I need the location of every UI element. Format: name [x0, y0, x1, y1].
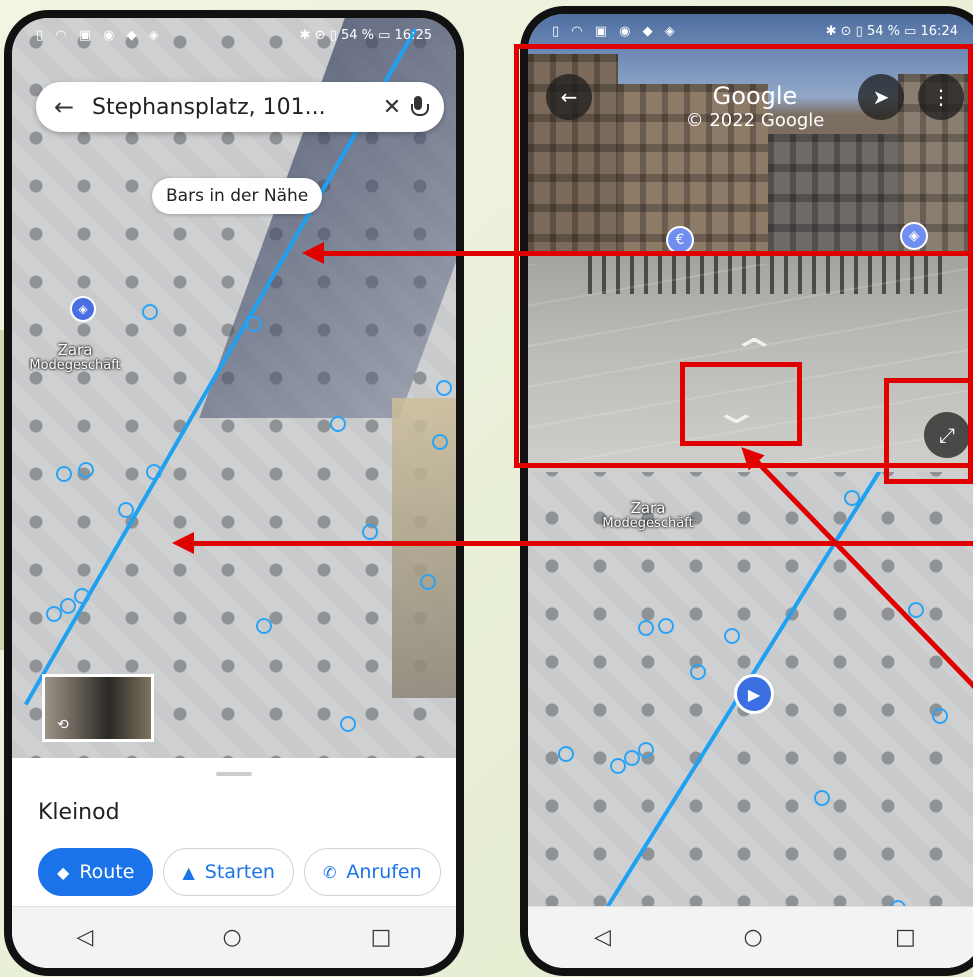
- map-poi[interactable]: [638, 620, 654, 636]
- nav-recents-icon[interactable]: □: [895, 925, 916, 950]
- bars-nearby-chip[interactable]: Bars in der Nähe: [152, 178, 323, 214]
- nav-back-icon[interactable]: ◁: [77, 925, 94, 950]
- place-title: Kleinod: [38, 800, 120, 825]
- search-bar[interactable]: ← Stephansplatz, 101... ✕: [36, 82, 444, 132]
- action-buttons: ◆ Route ▲ Starten ✆ Anrufen: [38, 848, 441, 896]
- map-poi[interactable]: [690, 664, 706, 680]
- map-poi[interactable]: [330, 416, 346, 432]
- annotation-arrowhead: [172, 532, 194, 554]
- map-poi[interactable]: [146, 464, 162, 480]
- place-label[interactable]: Zara Modegeschäft: [20, 342, 130, 373]
- phone-left: ▯ ◠ ▣ ◉ ◆ ◈ ✱ ⊙ ▯ 54 % ▭ 16:25 ← Stephan…: [4, 10, 464, 976]
- nav-back-icon[interactable]: ◁: [594, 925, 611, 950]
- nav-home-icon[interactable]: ○: [222, 925, 241, 950]
- map-poi[interactable]: [844, 490, 860, 506]
- navigation-arrow-icon: ▲: [182, 862, 195, 882]
- map-poi[interactable]: [362, 524, 378, 540]
- search-query[interactable]: Stephansplatz, 101...: [84, 95, 374, 120]
- call-button[interactable]: ✆ Anrufen: [303, 848, 441, 896]
- shopping-pin-icon[interactable]: ◈: [70, 296, 96, 322]
- map-poi[interactable]: [932, 708, 948, 724]
- map-poi[interactable]: [246, 316, 262, 332]
- route-button[interactable]: ◆ Route: [38, 848, 154, 896]
- status-bar: ▯ ◠ ▣ ◉ ◆ ◈ ✱ ⊙ ▯ 54 % ▭ 16:24: [528, 14, 973, 48]
- map-poi[interactable]: [908, 602, 924, 618]
- status-icons: ▯ ◠ ▣ ◉ ◆ ◈: [552, 23, 679, 39]
- map-poi[interactable]: [420, 574, 436, 590]
- map-poi[interactable]: [638, 742, 654, 758]
- map-poi[interactable]: [432, 434, 448, 450]
- map-poi[interactable]: [436, 380, 452, 396]
- map-poi[interactable]: [78, 462, 94, 478]
- back-arrow-icon[interactable]: ←: [54, 93, 84, 121]
- annotation-arrow-top: [320, 251, 973, 256]
- 360-rotate-icon: ⟲: [57, 717, 69, 733]
- map-poi[interactable]: [658, 618, 674, 634]
- map-poi[interactable]: [724, 628, 740, 644]
- map-poi[interactable]: [814, 790, 830, 806]
- system-navbar: ◁ ○ □: [528, 906, 973, 968]
- microphone-icon[interactable]: [410, 96, 429, 118]
- status-right: ✱ ⊙ ▯ 54 % ▭ 16:24: [825, 23, 958, 39]
- status-right: ✱ ⊙ ▯ 54 % ▭ 16:25: [299, 27, 432, 43]
- map-poi[interactable]: [256, 618, 272, 634]
- annotation-arrow-middle: [190, 541, 973, 546]
- map-poi[interactable]: [56, 466, 72, 482]
- route-icon: ◆: [57, 862, 70, 882]
- system-navbar: ◁ ○ □: [12, 906, 456, 968]
- phone-icon: ✆: [322, 862, 337, 882]
- status-bar: ▯ ◠ ▣ ◉ ◆ ◈ ✱ ⊙ ▯ 54 % ▭ 16:25: [12, 18, 456, 52]
- nav-recents-icon[interactable]: □: [371, 925, 392, 950]
- map-poi[interactable]: [142, 304, 158, 320]
- sheet-handle[interactable]: [216, 772, 252, 776]
- place-label[interactable]: Zara Modegeschäft: [588, 500, 708, 531]
- map-poi[interactable]: [74, 588, 90, 604]
- start-button[interactable]: ▲ Starten: [163, 848, 294, 896]
- map-screen: ▯ ◠ ▣ ◉ ◆ ◈ ✱ ⊙ ▯ 54 % ▭ 16:25 ← Stephan…: [12, 18, 456, 968]
- clear-icon[interactable]: ✕: [374, 95, 410, 120]
- map-poi[interactable]: [558, 746, 574, 762]
- nav-home-icon[interactable]: ○: [743, 925, 762, 950]
- street-view-thumbnail[interactable]: ⟲: [42, 674, 154, 742]
- annotation-expand-box: [884, 378, 973, 484]
- map-poi[interactable]: [340, 716, 356, 732]
- map-poi[interactable]: [118, 502, 134, 518]
- map-poi[interactable]: [60, 598, 76, 614]
- my-location-arrow-icon[interactable]: ▶: [734, 674, 774, 714]
- annotation-arrowhead: [302, 242, 324, 264]
- annotation-back-arrow-box: [680, 362, 802, 446]
- status-icons: ▯ ◠ ▣ ◉ ◆ ◈: [36, 27, 163, 43]
